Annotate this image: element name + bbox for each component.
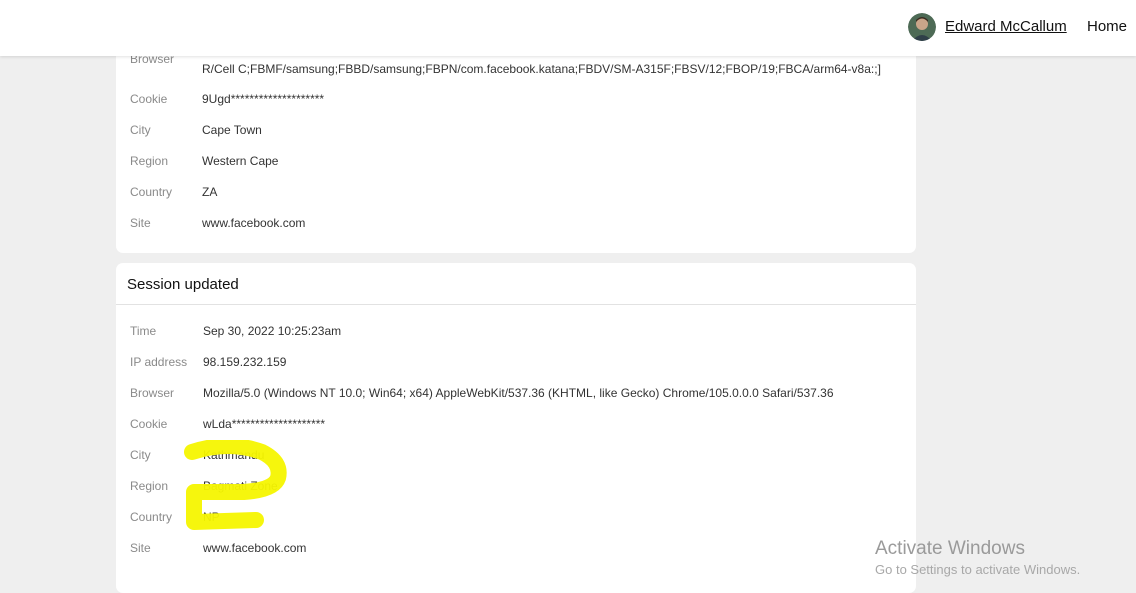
home-link[interactable]: Home: [1087, 18, 1127, 35]
cookie-label: Cookie: [130, 92, 168, 106]
country-label: Country: [130, 510, 173, 524]
country-value: ZA: [202, 185, 218, 199]
country-label: Country: [130, 185, 173, 199]
session-card-previous: Browser R/Cell C;FBMF/samsung;FBBD/samsu…: [116, 36, 916, 253]
region-label: Region: [130, 479, 169, 493]
card-header: Session updated: [116, 263, 916, 305]
region-value: Western Cape: [202, 154, 279, 168]
browser-label: Browser: [130, 386, 175, 400]
site-label: Site: [130, 216, 151, 230]
card-title: Session updated: [127, 276, 239, 293]
city-value: Kathmandu: [203, 448, 265, 462]
cookie-value: wLda********************: [203, 417, 326, 431]
time-label: Time: [130, 324, 157, 338]
cookie-label: Cookie: [130, 417, 168, 431]
ip-address-value: 98.159.232.159: [203, 355, 287, 369]
session-card-updated: Session updated Time Sep 30, 2022 10:25:…: [116, 263, 916, 593]
browser-value: R/Cell C;FBMF/samsung;FBBD/samsung;FBPN/…: [202, 62, 881, 76]
city-value: Cape Town: [202, 123, 262, 137]
country-value: NP: [203, 510, 220, 524]
site-value: www.facebook.com: [203, 541, 307, 555]
top-nav-bar: Edward McCallum Home: [0, 0, 1136, 56]
region-value: Bagmati Zone: [203, 479, 278, 493]
user-avatar[interactable]: [908, 13, 936, 41]
activate-windows-watermark: Activate Windows: [875, 538, 1025, 559]
browser-value: Mozilla/5.0 (Windows NT 10.0; Win64; x64…: [203, 386, 834, 400]
region-label: Region: [130, 154, 169, 168]
site-label: Site: [130, 541, 151, 555]
cookie-value: 9Ugd********************: [202, 92, 325, 106]
ip-address-label: IP address: [130, 355, 188, 369]
time-value: Sep 30, 2022 10:25:23am: [203, 324, 342, 338]
city-label: City: [130, 123, 151, 137]
user-name-link[interactable]: Edward McCallum: [945, 18, 1067, 35]
city-label: City: [130, 448, 151, 462]
site-value: www.facebook.com: [202, 216, 306, 230]
